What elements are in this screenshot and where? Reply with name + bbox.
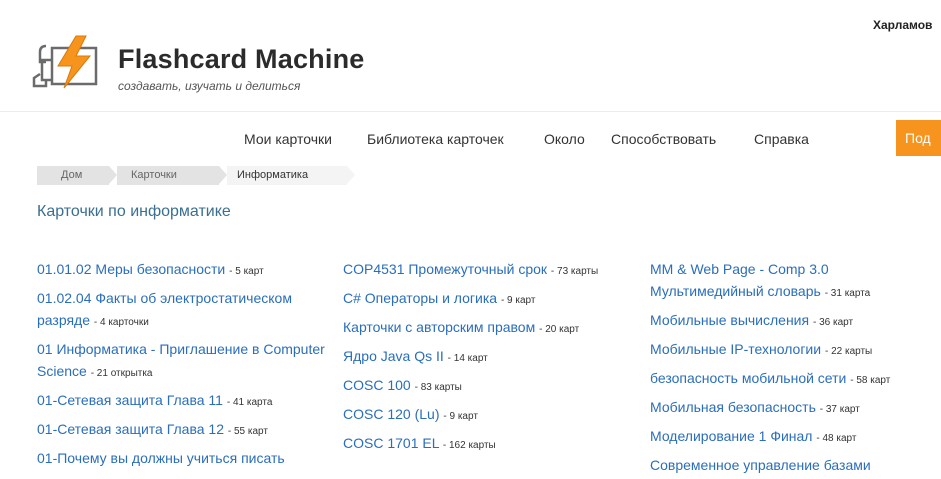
card-count: - 9 карт [443, 411, 478, 422]
breadcrumb-cards[interactable]: Карточки [117, 166, 219, 185]
nav-my-cards[interactable]: Мои карточки [244, 131, 332, 147]
deck-link[interactable]: 01-Сетевая защита Глава 12 [37, 421, 224, 437]
list-item: 01-Сетевая защита Глава 12 - 55 карт [37, 418, 337, 443]
card-count: - 73 карты [550, 266, 599, 277]
card-count: - 48 карт [816, 433, 857, 444]
deck-link[interactable]: Мобильная безопасность [650, 399, 816, 415]
signup-button[interactable]: Под [896, 120, 941, 156]
card-count: - 37 карт [819, 404, 860, 415]
card-count: - 14 карт [447, 353, 488, 364]
list-item: MM & Web Page - Comp 3.0 Мультимедийный … [650, 258, 935, 305]
card-count: - 162 карты [442, 440, 496, 451]
deck-link[interactable]: COSC 100 [343, 377, 411, 393]
deck-link[interactable]: Мобильные IP-технологии [650, 341, 821, 357]
deck-list-column-3: MM & Web Page - Comp 3.0 Мультимедийный … [650, 258, 935, 479]
card-count: - 41 карта [226, 397, 273, 408]
list-item: 01.01.02 Меры безопасности - 5 карт [37, 258, 337, 283]
deck-link[interactable]: Ядро Java Qs II [343, 348, 444, 364]
header-divider [0, 111, 941, 112]
deck-link[interactable]: безопасность мобильной сети [650, 370, 846, 386]
deck-link[interactable]: COP4531 Промежуточный срок [343, 261, 547, 277]
list-item: COSC 1701 EL - 162 карты [343, 432, 623, 457]
card-count: - 31 карта [824, 288, 871, 299]
nav-card-library[interactable]: Библиотека карточек [367, 131, 504, 147]
list-item: COP4531 Промежуточный срок - 73 карты [343, 258, 623, 283]
card-count: - 4 карточки [93, 317, 149, 328]
nav-help[interactable]: Справка [754, 131, 809, 147]
deck-link[interactable]: 01-Почему вы должны учиться писать [37, 450, 285, 466]
deck-link[interactable]: 01.02.04 Факты об электростатическом раз… [37, 290, 292, 328]
card-count: - 20 карт [539, 324, 580, 335]
deck-list-column-2: COP4531 Промежуточный срок - 73 карты C#… [343, 258, 623, 457]
deck-link[interactable]: Карточки с авторским правом [343, 319, 535, 335]
list-item: COSC 100 - 83 карты [343, 374, 623, 399]
app-title: Flashcard Machine [118, 44, 365, 74]
site-logo[interactable]: Flashcard Machine создавать, изучать и д… [30, 34, 370, 94]
card-count: - 83 карты [414, 382, 462, 393]
deck-link[interactable]: C# Операторы и логика [343, 290, 497, 306]
nav-contribute[interactable]: Способствовать [611, 131, 716, 147]
list-item: 01.02.04 Факты об электростатическом раз… [37, 287, 337, 334]
deck-link[interactable]: COSC 1701 EL [343, 435, 439, 451]
card-count: - 22 карты [824, 346, 873, 357]
list-item: Мобильные вычисления - 36 карт [650, 309, 935, 334]
list-item: COSC 120 (Lu) - 9 карт [343, 403, 623, 428]
deck-link[interactable]: COSC 120 (Lu) [343, 406, 439, 422]
deck-list-column-1: 01.01.02 Меры безопасности - 5 карт 01.0… [37, 258, 337, 472]
list-item: Карточки с авторским правом - 20 карт [343, 316, 623, 341]
deck-link[interactable]: 01 Информатика - Приглашение в Computer … [37, 341, 325, 379]
list-item: 01 Информатика - Приглашение в Computer … [37, 338, 337, 385]
flashcard-bolt-logo-icon [32, 35, 98, 89]
list-item: Моделирование 1 Финал - 48 карт [650, 425, 935, 450]
list-item: 01-Сетевая защита Глава 11 - 41 карта [37, 389, 337, 414]
breadcrumb-current: Информатика [227, 166, 347, 185]
nav-about[interactable]: Около [544, 131, 585, 147]
deck-link[interactable]: MM & Web Page - Comp 3.0 Мультимедийный … [650, 261, 829, 299]
list-item: 01-Почему вы должны учиться писать [37, 447, 337, 472]
deck-link[interactable]: 01.01.02 Меры безопасности [37, 261, 225, 277]
user-name-link[interactable]: Харламов [873, 18, 932, 32]
list-item: безопасность мобильной сети - 58 карт [650, 367, 935, 392]
list-item: Ядро Java Qs II - 14 карт [343, 345, 623, 370]
deck-link[interactable]: Моделирование 1 Финал [650, 428, 812, 444]
list-item: Современное управление базами [650, 454, 935, 479]
card-count: - 5 карт [229, 266, 264, 277]
list-item: C# Операторы и логика - 9 карт [343, 287, 623, 312]
breadcrumb-end-arrow [347, 166, 355, 184]
card-count: - 36 карт [812, 317, 854, 328]
deck-link[interactable]: Мобильные вычисления [650, 312, 809, 328]
card-count: - 21 открытка [90, 368, 153, 379]
list-item: Мобильные IP-технологии - 22 карты [650, 338, 935, 363]
deck-link[interactable]: 01-Сетевая защита Глава 11 [37, 392, 223, 408]
breadcrumb-separator [219, 166, 227, 184]
deck-link[interactable]: Современное управление базами [650, 457, 871, 473]
app-tagline: создавать, изучать и делиться [118, 79, 301, 93]
breadcrumb-separator [109, 166, 117, 184]
breadcrumb-home[interactable]: Дом [37, 166, 109, 185]
card-count: - 55 карт [227, 426, 268, 437]
card-count: - 9 карт [500, 295, 536, 306]
card-count: - 58 карт [850, 375, 891, 386]
page-title: Карточки по информатике [37, 203, 231, 220]
list-item: Мобильная безопасность - 37 карт [650, 396, 935, 421]
